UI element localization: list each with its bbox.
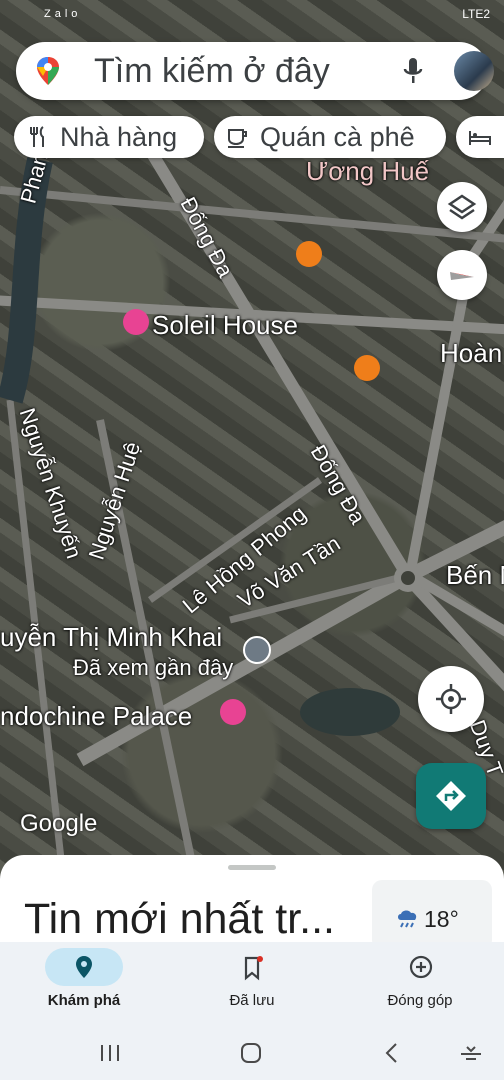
chip-coffee[interactable]: Quán cà phê [214,116,446,158]
avatar[interactable] [454,51,494,91]
layers-icon [447,194,477,220]
nav-saved-label: Đã lưu [229,992,275,1009]
place-label-uong-hue[interactable]: Ương Huế [306,156,429,187]
chip-restaurants[interactable]: Nhà hàng [14,116,204,158]
add-circle-icon [409,955,433,979]
mic-icon[interactable] [400,56,426,86]
nav-contribute-pill [381,948,459,986]
chip-label: Nhà hàng [60,121,178,152]
recent-apps-icon[interactable] [98,1042,122,1064]
status-bar: Zalo LTE2 [0,0,504,36]
nav-saved-pill [213,948,291,986]
nav-saved[interactable]: Đã lưu [168,942,336,1032]
directions-button[interactable] [416,763,486,829]
cafe-poi-icon[interactable] [354,355,380,381]
recent-label: Đã xem gần đây [73,655,234,680]
bottom-sheet[interactable]: Tin mới nhất tr... 18° [0,855,504,955]
hotel-icon [469,131,491,145]
place-label-hoan[interactable]: Hoàn [440,338,502,369]
weather-temp: 18° [424,906,459,932]
sheet-title: Tin mới nhất tr... [24,895,335,943]
hotel-poi-icon[interactable] [123,309,149,335]
back-icon[interactable] [382,1041,402,1065]
place-label-ben[interactable]: Bến N [446,560,504,591]
place-label-minh-khai[interactable]: uyễn Thị Minh Khai [0,622,222,653]
search-input[interactable]: Tìm kiếm ở đây [94,52,330,91]
nav-explore-label: Khám phá [47,992,121,1009]
maps-logo-icon [37,57,59,85]
google-attribution: Google [20,810,98,837]
weather-card[interactable]: 18° [372,880,492,950]
place-label-soleil[interactable]: Soleil House [152,310,298,341]
compass-button[interactable] [437,250,487,300]
search-bar[interactable]: Tìm kiếm ở đây [16,42,494,100]
bookmark-icon [244,956,263,981]
chip-hotels[interactable] [456,116,504,158]
nav-contribute-label: Đóng góp [387,992,453,1009]
compass-icon [450,272,474,280]
weather-icon [398,910,417,928]
bottom-nav: Khám phá Đã lưu Đóng góp [0,942,504,1032]
hotel-poi-icon[interactable] [220,699,246,725]
nav-contribute[interactable]: Đóng góp [336,942,504,1032]
directions-icon [436,781,466,811]
system-nav-bar [0,1030,504,1080]
keyboard-hide-icon[interactable] [458,1042,484,1064]
nav-explore[interactable]: Khám phá [0,942,168,1032]
chip-label: Quán cà phê [260,121,415,152]
my-location-icon [436,684,466,714]
notification-icons: Zalo [44,8,82,20]
sheet-handle[interactable] [228,865,276,870]
nav-explore-pill [45,948,123,986]
explore-pin-icon [76,956,92,978]
coffee-icon [228,129,247,148]
restaurant-icon [30,126,44,147]
bar-poi-icon[interactable] [296,241,322,267]
my-location-button[interactable] [418,666,484,732]
place-label-indochine[interactable]: ndochine Palace [0,701,192,732]
layers-button[interactable] [437,182,487,232]
recent-place-icon[interactable] [243,636,271,664]
home-icon[interactable] [238,1040,264,1066]
signal-text: LTE2 [462,7,490,21]
